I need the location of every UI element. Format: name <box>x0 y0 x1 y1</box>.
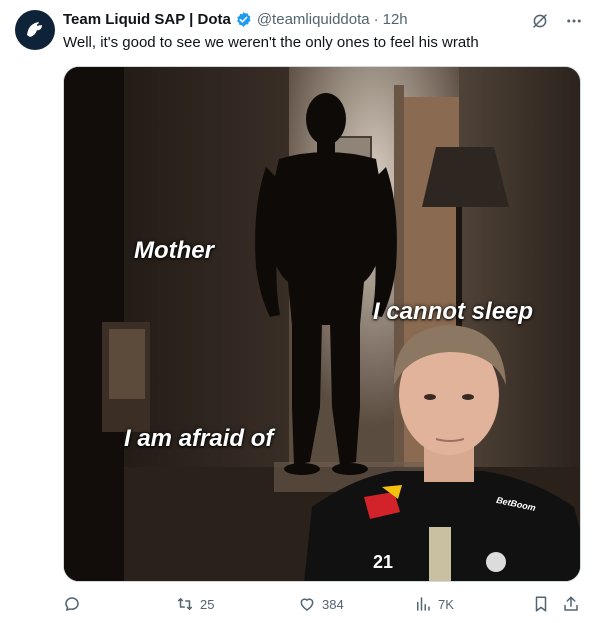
team-liquid-logo-icon <box>21 16 49 44</box>
retweet-icon <box>177 598 193 610</box>
heart-icon <box>300 598 314 611</box>
display-name[interactable]: Team Liquid SAP | Dota <box>63 11 231 28</box>
views-chart-icon <box>417 597 430 611</box>
tweet-text: Well, it's good to see we weren't the on… <box>63 34 479 51</box>
grok-icon[interactable] <box>531 12 549 35</box>
more-options-icon[interactable] <box>565 12 583 35</box>
share-icon <box>564 596 578 611</box>
bookmark-button[interactable] <box>532 595 550 613</box>
retweet-count: 25 <box>200 596 215 612</box>
retweet-button[interactable]: 25 <box>176 595 214 613</box>
avatar[interactable] <box>15 10 55 50</box>
like-count: 384 <box>322 596 344 612</box>
share-button[interactable] <box>562 595 580 613</box>
caption-i-cannot-sleep: I cannot sleep <box>373 298 534 325</box>
bookmark-icon <box>535 596 547 612</box>
views-button[interactable]: 7K <box>414 595 454 613</box>
tweet-top-icons <box>531 12 583 35</box>
timestamp[interactable]: 12h <box>383 11 408 28</box>
like-button[interactable]: 384 <box>298 595 344 613</box>
verified-badge-icon <box>235 11 252 28</box>
tweet-media-image[interactable]: Mother I cannot sleep I am afraid of 21 … <box>63 66 581 582</box>
separator: · <box>373 11 379 28</box>
tweet-header: Team Liquid SAP | Dota @teamliquiddota ·… <box>63 11 408 28</box>
views-count: 7K <box>438 596 454 612</box>
caption-i-am-afraid-of: I am afraid of <box>124 425 274 452</box>
handle[interactable]: @teamliquiddota <box>257 11 370 28</box>
reply-button[interactable] <box>63 595 87 613</box>
reply-icon <box>65 597 79 611</box>
tweet-actions: 25 384 7K <box>63 595 583 615</box>
caption-mother: Mother <box>134 237 214 264</box>
jersey-number: 21 <box>373 552 394 572</box>
